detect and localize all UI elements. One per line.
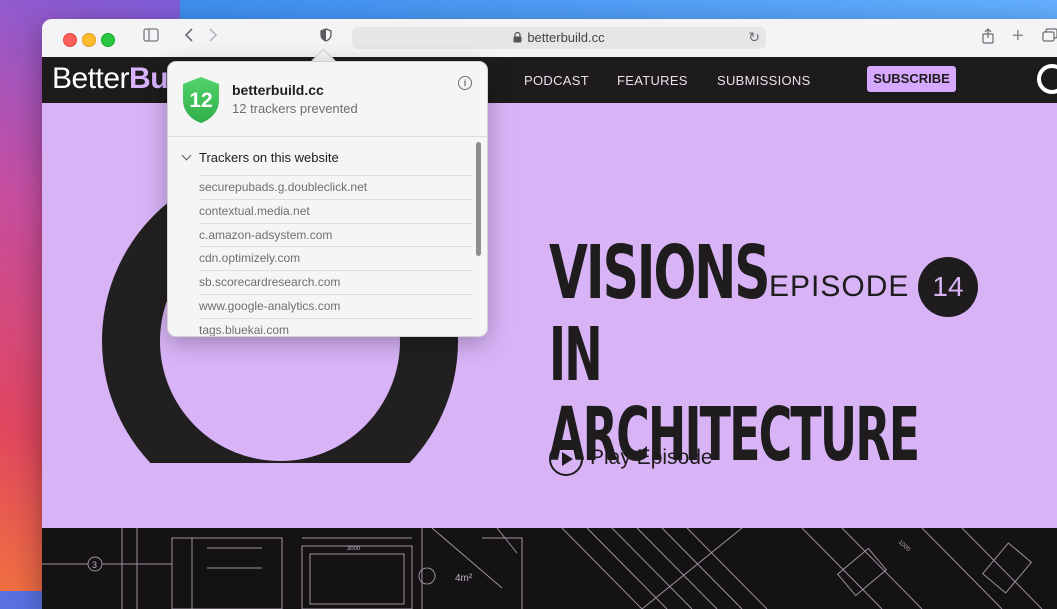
popover-scrollbar[interactable] bbox=[476, 142, 481, 256]
back-arrow-icon[interactable] bbox=[184, 28, 194, 48]
tracker-item: sb.scorecardresearch.com bbox=[199, 270, 473, 294]
share-icon[interactable] bbox=[982, 28, 994, 50]
nav-submissions-link[interactable]: SUBMISSIONS bbox=[717, 73, 811, 88]
lock-icon bbox=[513, 31, 522, 43]
nav-podcast-link[interactable]: PODCAST bbox=[524, 73, 589, 88]
play-circle-icon[interactable] bbox=[549, 442, 583, 476]
address-bar-url: betterbuild.cc bbox=[352, 30, 766, 45]
search-icon[interactable] bbox=[1037, 64, 1057, 94]
tab-overview-icon[interactable] bbox=[1042, 28, 1057, 48]
tracker-item: cdn.optimizely.com bbox=[199, 246, 473, 270]
popover-divider bbox=[168, 136, 487, 137]
blueprint-label-2: 3000 bbox=[347, 546, 361, 552]
browser-toolbar: betterbuild.cc ↻ + bbox=[42, 19, 1057, 58]
trackers-section-title: Trackers on this website bbox=[199, 150, 339, 165]
tracker-item: www.google-analytics.com bbox=[199, 293, 473, 318]
episode-number-badge: 14 bbox=[918, 257, 978, 317]
close-window-button[interactable] bbox=[63, 33, 77, 47]
info-icon[interactable]: i bbox=[458, 76, 472, 90]
tracker-item: tags.bluekai.com bbox=[199, 317, 473, 336]
minimize-window-button[interactable] bbox=[82, 33, 96, 47]
hero-title-line-1: VISIONS bbox=[549, 230, 771, 316]
blueprint-label-1: 4m² bbox=[455, 573, 473, 584]
play-triangle-icon bbox=[562, 452, 573, 466]
tracker-list: securepubads.g.doubleclick.net contextua… bbox=[199, 175, 473, 336]
privacy-report-popover: 12 betterbuild.cc 12 trackers prevented … bbox=[167, 61, 488, 337]
site-logo[interactable]: BetterBu bbox=[52, 62, 169, 96]
shield-badge-icon: 12 bbox=[183, 77, 219, 123]
popover-tracker-summary: 12 trackers prevented bbox=[232, 101, 358, 116]
forward-arrow-icon[interactable] bbox=[208, 28, 218, 48]
tracker-item: contextual.media.net bbox=[199, 198, 473, 223]
tracker-item: securepubads.g.doubleclick.net bbox=[199, 175, 473, 199]
episode-label: EPISODE bbox=[769, 270, 910, 303]
shield-count: 12 bbox=[189, 89, 212, 112]
play-episode-link[interactable]: Play Episode bbox=[590, 446, 713, 470]
trackers-section-toggle[interactable]: Trackers on this website bbox=[181, 150, 339, 165]
address-bar[interactable]: betterbuild.cc ↻ bbox=[352, 27, 766, 49]
tracker-item: c.amazon-adsystem.com bbox=[199, 222, 473, 247]
chevron-down-icon bbox=[181, 150, 192, 161]
blueprint-label-3: 1000 bbox=[897, 540, 912, 554]
blueprint-drawing: 3 4m² 3000 1000 bbox=[42, 527, 1043, 609]
subscribe-button[interactable]: SUBSCRIBE bbox=[867, 66, 956, 92]
logo-part-1: Better bbox=[52, 62, 130, 95]
nav-features-link[interactable]: FEATURES bbox=[617, 73, 688, 88]
blueprint-section: 3 4m² 3000 1000 bbox=[42, 527, 1057, 609]
popover-site-name: betterbuild.cc bbox=[232, 82, 324, 98]
blueprint-label-0: 3 bbox=[92, 560, 97, 570]
zoom-window-button[interactable] bbox=[101, 33, 115, 47]
sidebar-toggle-icon[interactable] bbox=[143, 28, 159, 48]
reload-icon[interactable]: ↻ bbox=[748, 29, 760, 46]
logo-part-2: Bu bbox=[129, 62, 169, 95]
new-tab-plus-icon[interactable]: + bbox=[1012, 26, 1024, 46]
privacy-report-shield-icon[interactable] bbox=[320, 28, 332, 48]
url-text: betterbuild.cc bbox=[527, 30, 605, 45]
